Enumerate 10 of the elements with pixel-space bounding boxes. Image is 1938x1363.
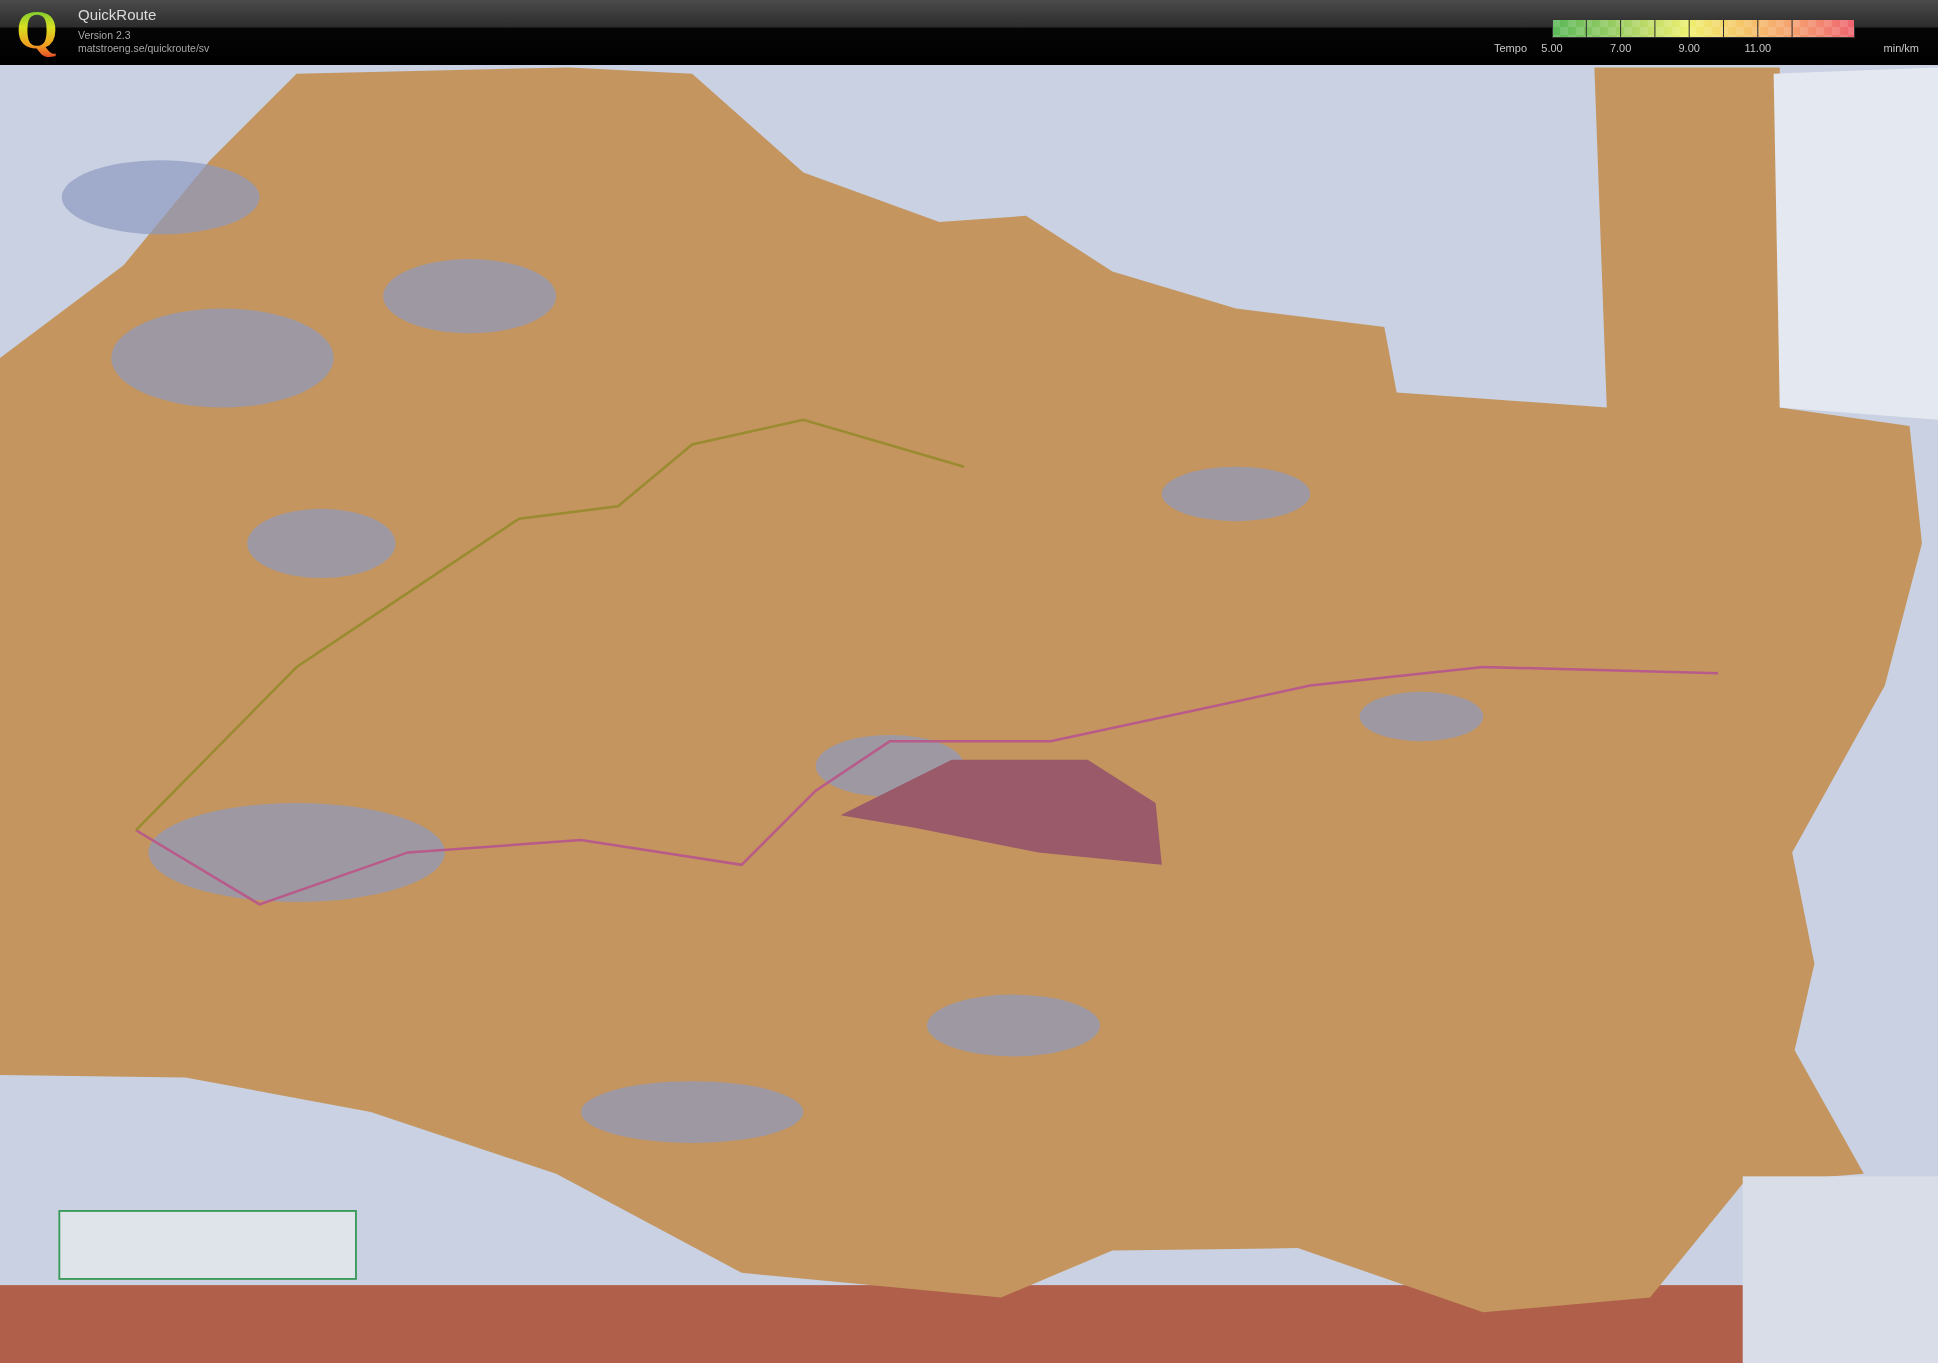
scale-tick-label: 7.00 <box>1608 41 1633 55</box>
app-title: QuickRoute <box>78 6 158 24</box>
scale-tick-label: 5.00 <box>1540 41 1564 55</box>
app-logo: Q <box>14 4 60 60</box>
scale-tick-label: 9.00 <box>1677 41 1701 55</box>
website-url: matstroeng.se/quickroute/sv <box>78 42 210 54</box>
tempo-label: Tempo <box>1494 41 1529 55</box>
unit-label: min/km <box>1883 41 1919 55</box>
scale-tick-label: 11.00 <box>1743 41 1773 55</box>
version-text: Version 2.3 <box>78 29 132 41</box>
